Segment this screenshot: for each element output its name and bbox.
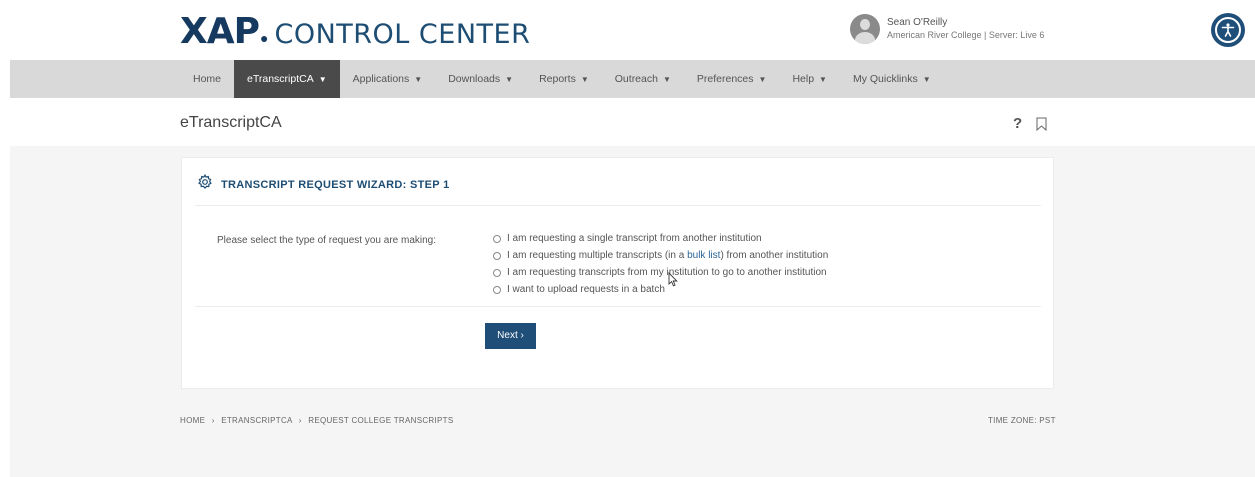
chevron-down-icon: ▼ [819,75,827,84]
option-upload-batch[interactable]: I want to upload requests in a batch [493,281,828,298]
nav-item-label: Downloads [448,73,501,85]
radio-button[interactable] [493,268,501,277]
chevron-down-icon: ▼ [414,75,423,84]
wizard-card: TRANSCRIPT REQUEST WIZARD: STEP 1 Please… [181,157,1054,389]
nav-item-outreach[interactable]: Outreach ▼ [602,60,684,98]
timezone-label: TIME ZONE: PST [988,416,1056,425]
user-org-server: American River College | Server: Live 6 [887,30,1045,40]
wizard-title: TRANSCRIPT REQUEST WIZARD: STEP 1 [221,178,450,191]
page-title-bar: eTranscriptCA ? [0,98,1255,146]
nav-item-applications[interactable]: Applications ▼ [340,60,436,98]
chevron-down-icon: ▼ [758,75,767,84]
user-info: Sean O'Reilly American River College | S… [887,17,1044,41]
app-header: XAP ● CONTROL CENTER Sean O'Reilly Ameri… [0,0,1255,60]
bulk-list-link[interactable]: bulk list [687,250,720,261]
main-nav: Home eTranscriptCA ▼ Applications ▼ Downloads… [10,60,1255,98]
nav-item-label: Outreach [614,73,658,85]
accessibility-icon[interactable] [1211,13,1245,47]
nav-item-label: My Quicklinks [852,73,918,85]
nav-item-label: Reports [539,73,576,85]
avatar[interactable] [850,14,880,44]
page-title: eTranscriptCA [180,114,282,131]
request-type-prompt: Please select the type of request you ar… [217,235,437,246]
chevron-down-icon: ▼ [662,75,671,84]
nav-item-downloads[interactable]: Downloads ▼ [435,60,526,98]
user-name: Sean O'Reilly [887,17,948,28]
option-label: I am requesting a single transcript from… [507,233,762,244]
chevron-down-icon: ▼ [580,75,589,84]
logo-dot: ● [260,30,269,46]
nav-item-label: Applications [352,73,410,85]
nav-item-label: Help [792,73,815,85]
wizard-header: TRANSCRIPT REQUEST WIZARD: STEP 1 [197,174,450,195]
nav-item-label: Preferences [696,73,754,85]
nav-item-etranscriptca[interactable]: eTranscriptCA ▼ [234,60,340,98]
nav-item-help[interactable]: Help ▼ [779,60,840,98]
xap-logo[interactable]: XAP ● CONTROL CENTER [180,12,530,55]
divider [195,306,1041,307]
nav-item-home[interactable]: Home [180,60,234,98]
nav-item-my-quicklinks[interactable]: My Quicklinks ▼ [840,60,944,98]
divider [195,205,1041,206]
gear-icon [197,174,213,195]
logo-control-center-text: CONTROL CENTER [274,19,531,50]
user-profile[interactable]: Sean O'Reilly American River College | S… [850,14,1044,44]
request-type-options: I am requesting a single transcript from… [493,230,828,298]
option-label-post: ) from another institution [720,250,829,261]
option-outgoing-transcripts[interactable]: I am requesting transcripts from my inst… [493,264,828,281]
breadcrumb: HOME › ETRANSCRIPTCA › REQUEST COLLEGE T… [180,416,453,425]
radio-button[interactable] [493,234,501,243]
option-single-transcript[interactable]: I am requesting a single transcript from… [493,230,828,247]
mouse-cursor-icon [668,271,678,292]
option-multiple-transcripts[interactable]: I am requesting multiple transcripts (in… [493,247,828,264]
nav-item-label: eTranscriptCA [247,73,314,85]
option-label: I want to upload requests in a batch [507,284,665,295]
option-label: I am requesting transcripts from my inst… [507,267,827,278]
breadcrumb-current: REQUEST COLLEGE TRANSCRIPTS [308,416,454,425]
nav-item-reports[interactable]: Reports ▼ [526,60,602,98]
breadcrumb-etranscriptca[interactable]: ETRANSCRIPTCA [221,416,292,425]
help-icon[interactable]: ? [1013,115,1022,132]
chevron-down-icon: ▼ [922,75,931,84]
breadcrumb-home[interactable]: HOME [180,416,205,425]
logo-xap-text: XAP [180,11,260,52]
bookmark-icon[interactable] [1036,117,1047,136]
chevron-down-icon: ▼ [505,75,514,84]
option-label: I am requesting multiple transcripts (in… [507,250,828,261]
breadcrumb-separator: › [298,416,302,425]
nav-items: Home eTranscriptCA ▼ Applications ▼ Downloads… [180,60,944,98]
next-button[interactable]: Next › [485,323,536,349]
option-label-pre: I am requesting multiple transcripts (in… [507,250,688,261]
chevron-down-icon: ▼ [318,75,327,84]
radio-button[interactable] [493,251,501,260]
radio-button[interactable] [493,285,501,294]
breadcrumb-separator: › [211,416,215,425]
nav-item-preferences[interactable]: Preferences ▼ [684,60,780,98]
nav-item-label: Home [193,73,222,85]
